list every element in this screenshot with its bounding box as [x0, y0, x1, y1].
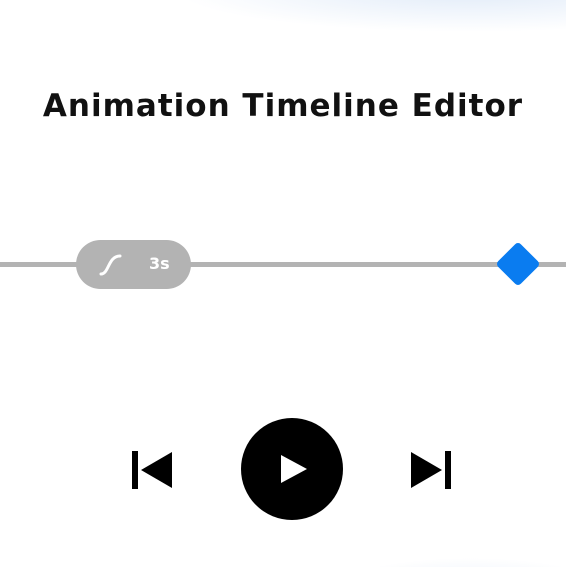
ease-in-out-curve-icon	[99, 254, 122, 276]
page-title: Animation Timeline Editor	[42, 88, 524, 124]
diamond-keyframe-icon[interactable]	[495, 241, 541, 287]
skip-to-end-button[interactable]	[407, 449, 455, 491]
animation-segment[interactable]	[76, 240, 191, 289]
skip-to-start-icon	[132, 451, 172, 489]
play-icon	[281, 455, 307, 483]
skip-to-end-icon	[411, 451, 451, 489]
skip-to-start-button[interactable]	[128, 449, 176, 491]
play-button[interactable]	[241, 418, 343, 520]
segment-duration: 3s	[149, 254, 170, 273]
